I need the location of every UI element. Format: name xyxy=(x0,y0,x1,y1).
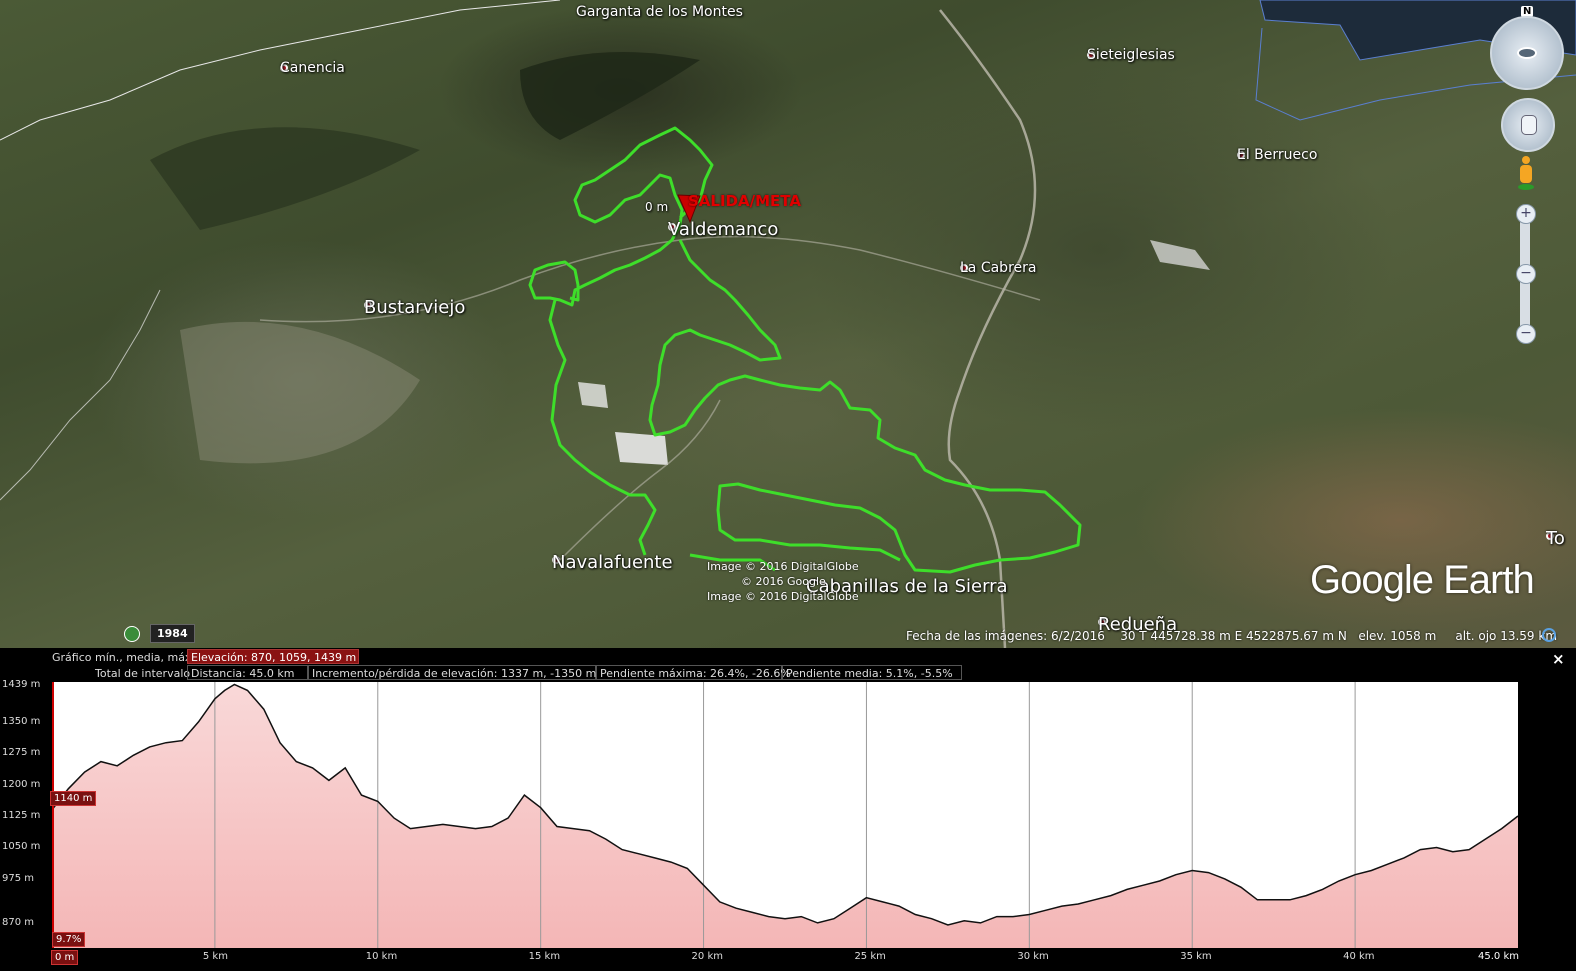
street-view-pegman-icon[interactable] xyxy=(1518,156,1534,192)
elevation-stat: Elevación: 870, 1059, 1439 m xyxy=(187,649,359,664)
place-label[interactable]: Bustarviejo xyxy=(364,297,465,318)
look-around-ring[interactable] xyxy=(1490,16,1564,90)
cursor-elevation-tag: 1140 m xyxy=(50,791,97,806)
y-tick-label: 1350 m xyxy=(2,715,41,727)
zoom-in-button[interactable]: + xyxy=(1516,204,1536,224)
y-tick-label: 1125 m xyxy=(2,810,41,822)
x-tick-label: 45.0 km xyxy=(1478,951,1519,962)
y-tick-label: 1275 m xyxy=(2,747,41,759)
history-year-badge[interactable]: 1984 xyxy=(150,624,195,643)
image-date: Fecha de las imágenes: 6/2/2016 xyxy=(906,629,1105,643)
google-earth-logo: Google Earth xyxy=(1310,558,1535,602)
attribution-1: Image © 2016 DigitalGlobe xyxy=(707,560,859,573)
attribution-3: Image © 2016 DigitalGlobe xyxy=(707,590,859,603)
navigation-controls: N + − − xyxy=(1488,6,1568,346)
avg-slope-stat: Pendiente media: 5.1%, -5.5% xyxy=(782,665,962,680)
start-marker-label[interactable]: SALIDA/META xyxy=(688,192,801,210)
cursor-slope-tag: 9.7% xyxy=(52,932,86,947)
max-slope-stat: Pendiente máxima: 26.4%, -26.6% xyxy=(596,665,791,680)
elevation-chart[interactable] xyxy=(52,682,1518,948)
gps-track xyxy=(528,126,1082,574)
distance-stat: Distancia: 45.0 km xyxy=(187,665,308,680)
place-label[interactable]: Navalafuente xyxy=(552,552,673,573)
place-label[interactable]: Garganta de los Montes xyxy=(576,4,743,20)
x-tick-label: 10 km xyxy=(365,951,398,962)
close-profile-button[interactable]: × xyxy=(1552,650,1565,668)
place-label[interactable]: El Berrueco xyxy=(1237,147,1317,163)
cursor-elevation: elev. 1058 m xyxy=(1358,629,1437,643)
elevation-profile-panel: Gráfico mín., media, máx. Elevación: 870… xyxy=(0,648,1576,971)
place-label[interactable]: La Cabrera xyxy=(960,260,1036,276)
quarry-3 xyxy=(1150,240,1210,270)
boundary-line-2 xyxy=(0,289,161,501)
y-tick-label: 1050 m xyxy=(2,841,41,853)
y-tick-label: 1439 m xyxy=(2,678,41,690)
cursor-distance-tag: 0 m xyxy=(51,950,79,965)
hand-icon xyxy=(1521,115,1537,135)
zoom-out-button[interactable]: − xyxy=(1516,324,1536,344)
gain-loss-stat: Incremento/pérdida de elevación: 1337 m,… xyxy=(308,665,596,680)
loading-ring-icon xyxy=(1542,628,1556,642)
place-label[interactable]: Valdemanco xyxy=(668,219,778,240)
road-local-2 xyxy=(559,399,721,561)
road-a1 xyxy=(939,9,1037,648)
interval-total-label: Total de intervalo xyxy=(95,667,191,680)
map-view[interactable]: Garganta de los Montes Canencia Sieteigles… xyxy=(0,0,1576,648)
status-bar: Fecha de las imágenes: 6/2/2016 30 T 445… xyxy=(906,629,1557,643)
x-tick-label: 30 km xyxy=(1017,951,1049,962)
x-tick-label: 40 km xyxy=(1343,951,1375,962)
x-tick-label: 15 km xyxy=(528,951,561,962)
quarry-1 xyxy=(615,432,668,465)
x-tick-label: 25 km xyxy=(854,951,886,962)
rocky-slope xyxy=(180,321,420,464)
y-tick-label: 870 m xyxy=(2,916,35,928)
x-tick-label: 35 km xyxy=(1180,951,1212,962)
start-distance-label: 0 m xyxy=(645,200,669,214)
quarry-2 xyxy=(578,382,608,408)
x-tick-label: 5 km xyxy=(202,951,228,962)
move-ring[interactable] xyxy=(1501,98,1555,152)
clock-icon[interactable] xyxy=(124,626,140,642)
eye-icon xyxy=(1517,47,1537,59)
y-tick-label: 975 m xyxy=(2,872,35,884)
attribution-2: © 2016 Google xyxy=(741,575,826,588)
x-tick-label: 20 km xyxy=(691,951,723,962)
ridge-shadow xyxy=(520,52,700,140)
place-label[interactable]: To xyxy=(1546,528,1565,549)
ridge-shadow-2 xyxy=(150,127,420,230)
graph-stat-label: Gráfico mín., media, máx. xyxy=(52,651,195,664)
terrain-overlay xyxy=(0,0,1576,648)
place-label[interactable]: Sieteiglesias xyxy=(1087,47,1175,63)
place-label[interactable]: Canencia xyxy=(280,60,345,76)
y-tick-label: 1200 m xyxy=(2,778,41,790)
cursor-coords: 30 T 445728.38 m E 4522875.67 m N xyxy=(1120,629,1347,643)
zoom-slider-handle[interactable]: − xyxy=(1516,264,1536,284)
